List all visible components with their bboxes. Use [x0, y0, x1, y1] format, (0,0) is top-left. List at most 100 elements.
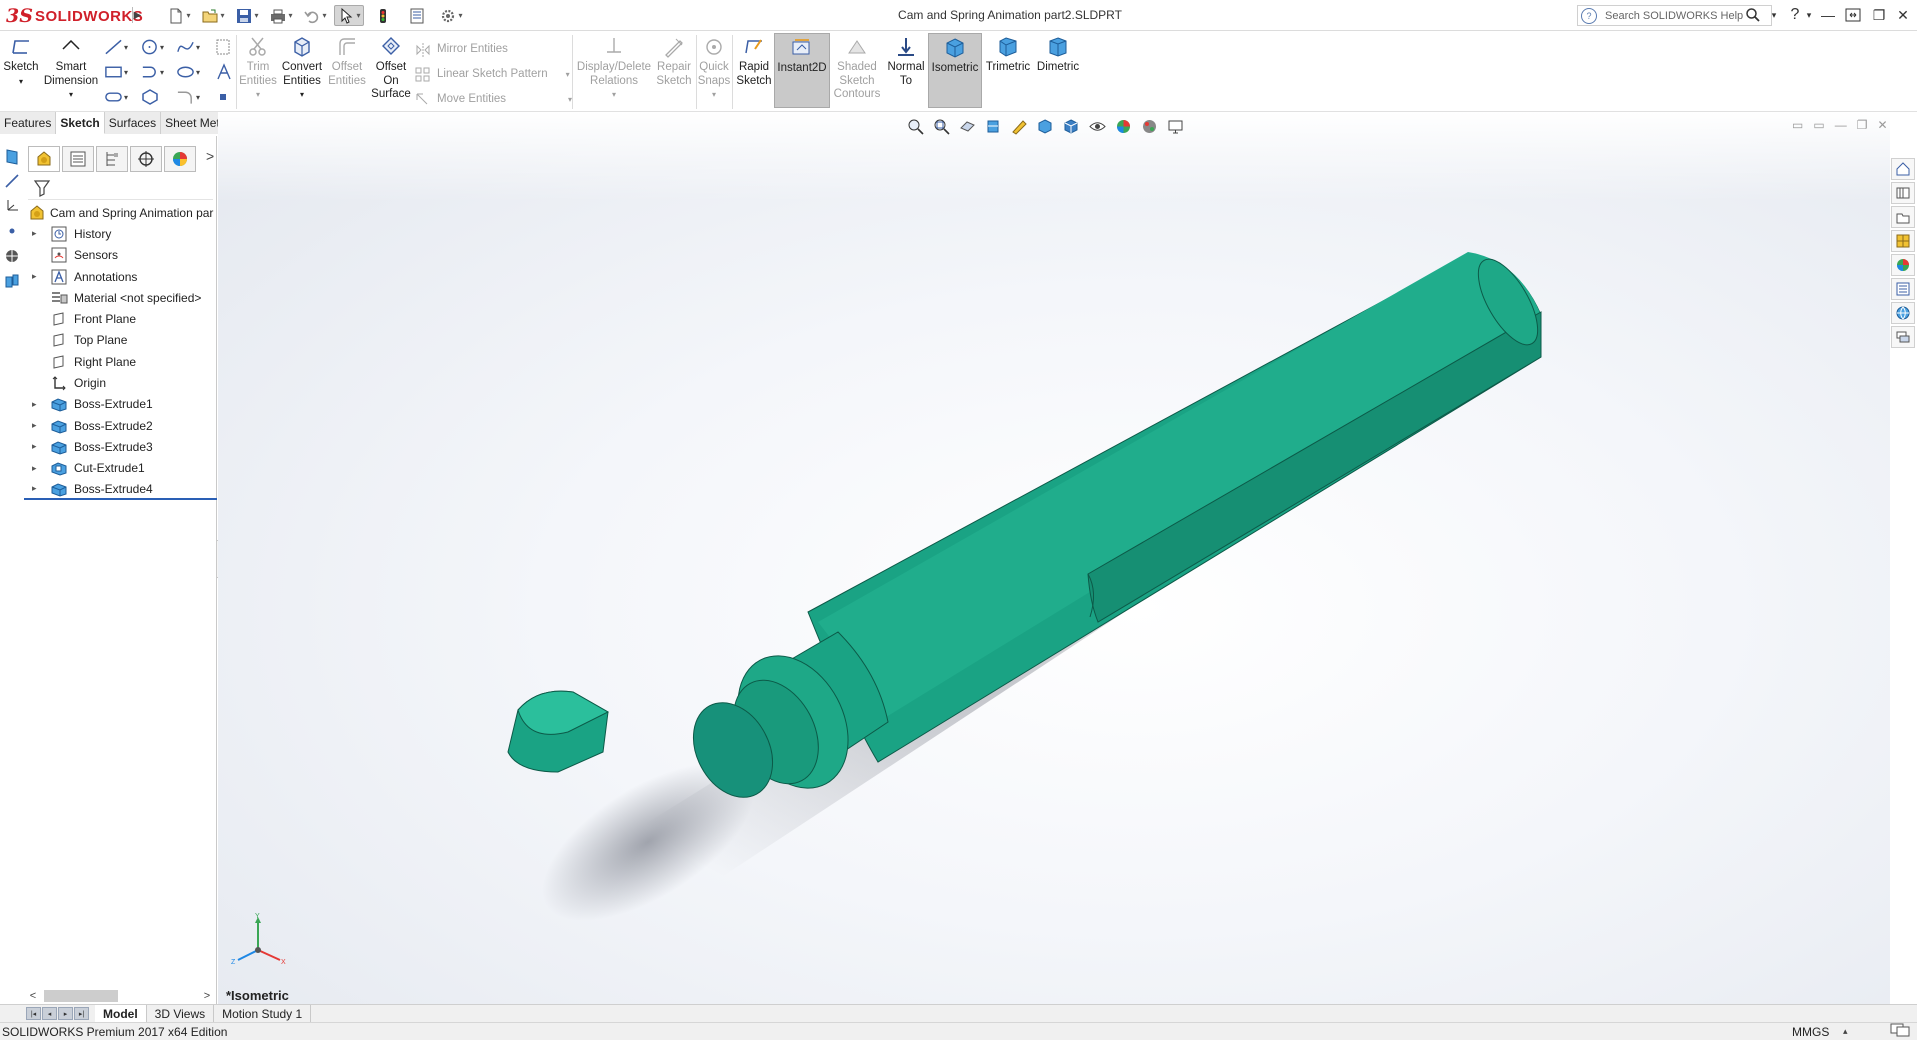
tree-item-boss-extrude4[interactable]: ▸ Boss-Extrude4 — [24, 479, 217, 501]
scroll-thumb[interactable] — [44, 990, 118, 1002]
close-button[interactable]: ✕ — [1890, 4, 1916, 26]
propertymanager-tab[interactable] — [62, 146, 94, 172]
left-axis-button[interactable] — [1, 195, 23, 217]
feature-tree-hscrollbar[interactable]: < > — [26, 988, 214, 1004]
left-line-button[interactable] — [1, 170, 23, 192]
display-style-button[interactable] — [1060, 116, 1082, 136]
zoom-to-fit-button[interactable] — [904, 116, 926, 136]
trim-entities-button[interactable]: Trim Entities ▾ — [238, 35, 278, 102]
dimetric-view-button[interactable]: Dimetric — [1034, 35, 1082, 75]
offset-entities-button[interactable]: Offset Entities — [326, 35, 368, 88]
tree-item-sensors[interactable]: Sensors — [24, 245, 217, 266]
tile-windows-icon[interactable] — [1840, 4, 1866, 26]
more-tabs-chevron-icon[interactable]: > — [206, 148, 214, 164]
dynamic-annotation-button[interactable] — [1008, 116, 1030, 136]
options-button[interactable]: ▾ — [436, 5, 466, 26]
bottom-tab-3d-views[interactable]: 3D Views — [147, 1004, 215, 1023]
solidworks-resources-tab[interactable] — [1891, 158, 1915, 180]
zoom-to-area-button[interactable] — [930, 116, 952, 136]
polygon-tool-button[interactable] — [140, 87, 164, 107]
tree-item-top-plane[interactable]: Top Plane — [24, 330, 217, 351]
bottom-tab-motion-study-1[interactable]: Motion Study 1 — [214, 1004, 312, 1023]
design-library-tab[interactable] — [1891, 182, 1915, 204]
scroll-right-icon[interactable]: > — [200, 990, 214, 1002]
tab-sketch[interactable]: Sketch — [56, 112, 105, 134]
undo-button[interactable]: ▾ — [300, 5, 330, 26]
display-delete-relations-button[interactable]: Display/Delete Relations ▾ — [574, 35, 654, 102]
normal-to-button[interactable]: Normal To — [884, 35, 928, 88]
left-mate-button[interactable] — [1, 245, 23, 267]
3dexperience-tab[interactable] — [1891, 302, 1915, 324]
status-help-icon[interactable] — [1890, 1023, 1910, 1040]
circle-tool-button[interactable]: ▾ — [140, 37, 164, 57]
expand-arrow-icon[interactable]: ▸ — [32, 441, 42, 452]
linear-sketch-pattern-button[interactable]: Linear Sketch Pattern ▾ — [415, 62, 572, 87]
fillet-tool-button[interactable]: ▾ — [176, 87, 200, 107]
expand-arrow-icon[interactable]: ▸ — [32, 271, 42, 282]
tree-root-part[interactable]: Cam and Spring Animation par — [24, 202, 217, 223]
repair-sketch-button[interactable]: Repair Sketch — [654, 35, 694, 88]
displaymanager-tab[interactable] — [164, 146, 196, 172]
apply-scene-button[interactable] — [1138, 116, 1160, 136]
expand-arrow-icon[interactable]: ▸ — [32, 463, 42, 474]
bottom-tab-model[interactable]: Model — [95, 1004, 147, 1023]
view-orientation-button[interactable] — [1034, 116, 1056, 136]
isometric-view-button[interactable]: Isometric — [928, 33, 982, 108]
unit-system-selector[interactable]: MMGS — [1792, 1025, 1829, 1039]
left-bodies-button[interactable] — [1, 270, 23, 292]
next-tab-icon[interactable]: ▸ — [58, 1007, 73, 1020]
open-document-button[interactable]: ▾ — [198, 5, 228, 26]
offset-on-surface-button[interactable]: Offset On Surface — [370, 35, 412, 102]
tree-item-origin[interactable]: Origin — [24, 372, 217, 393]
menu-expand-arrow-icon[interactable]: ▶ — [132, 7, 142, 23]
expand-arrow-icon[interactable]: ▸ — [32, 399, 42, 410]
instant2d-button[interactable]: Instant2D — [774, 33, 830, 108]
previous-view-button[interactable] — [956, 116, 978, 136]
mirror-entities-button[interactable]: Mirror Entities — [415, 37, 572, 62]
tree-item-material-not-specified[interactable]: Material <not specified> — [24, 287, 217, 308]
left-point-button[interactable] — [1, 220, 23, 242]
tree-item-boss-extrude1[interactable]: ▸ Boss-Extrude1 — [24, 394, 217, 415]
move-entities-button[interactable]: Move Entities ▾ — [415, 87, 572, 112]
graphics-area[interactable]: ▭ ▭ — ❐ ✕ Y X Z *Isometric — [218, 112, 1890, 1016]
viewport-close-icon[interactable]: ✕ — [1877, 118, 1887, 132]
prev-tab-icon[interactable]: ◂ — [42, 1007, 57, 1020]
file-properties-button[interactable] — [402, 5, 432, 26]
rebuild-button[interactable] — [368, 5, 398, 26]
tree-item-front-plane[interactable]: Front Plane — [24, 308, 217, 329]
shaft-model[interactable] — [218, 112, 1890, 1016]
viewport-split-left-icon[interactable]: ▭ — [1792, 118, 1803, 132]
view-settings-button[interactable] — [1164, 116, 1186, 136]
tree-item-right-plane[interactable]: Right Plane — [24, 351, 217, 372]
edit-appearance-button[interactable] — [1112, 116, 1134, 136]
tree-item-cut-extrude1[interactable]: ▸ Cut-Extrude1 — [24, 458, 217, 479]
grid-tool-button[interactable] — [214, 37, 238, 57]
scroll-left-icon[interactable]: < — [26, 990, 40, 1002]
viewport-split-right-icon[interactable]: ▭ — [1813, 118, 1824, 132]
tree-item-boss-extrude3[interactable]: ▸ Boss-Extrude3 — [24, 436, 217, 457]
configurationmanager-tab[interactable] — [96, 146, 128, 172]
sketch-button[interactable]: Sketch ▾ — [3, 35, 39, 88]
file-explorer-tab[interactable] — [1891, 206, 1915, 228]
point-tool-button[interactable] — [214, 87, 238, 107]
left-sketch-icon-button[interactable] — [1, 145, 23, 167]
shaded-sketch-contours-button[interactable]: Shaded Sketch Contours — [832, 35, 882, 102]
expand-arrow-icon[interactable]: ▸ — [32, 420, 42, 431]
ellipse-tool-button[interactable]: ▾ — [176, 62, 200, 82]
line-tool-button[interactable]: ▾ — [104, 37, 128, 57]
tree-item-annotations[interactable]: ▸ Annotations — [24, 266, 217, 287]
filter-funnel-icon[interactable] — [32, 178, 52, 198]
forum-tab[interactable] — [1891, 326, 1915, 348]
tree-item-history[interactable]: ▸ History — [24, 223, 217, 244]
save-button[interactable]: ▾ — [232, 5, 262, 26]
viewport-minimize-icon[interactable]: — — [1835, 118, 1847, 132]
viewport-restore-icon[interactable]: ❐ — [1857, 118, 1868, 132]
trimetric-view-button[interactable]: Trimetric — [984, 35, 1032, 75]
hide-show-items-button[interactable] — [1086, 116, 1108, 136]
expand-arrow-icon[interactable]: ▸ — [32, 228, 42, 239]
quick-snaps-button[interactable]: Quick Snaps ▾ — [698, 35, 730, 102]
featuremanager-tab[interactable] — [28, 146, 60, 172]
section-view-button[interactable] — [982, 116, 1004, 136]
slot-tool-button[interactable]: ▾ — [104, 87, 128, 107]
first-tab-icon[interactable]: |◂ — [26, 1007, 41, 1020]
